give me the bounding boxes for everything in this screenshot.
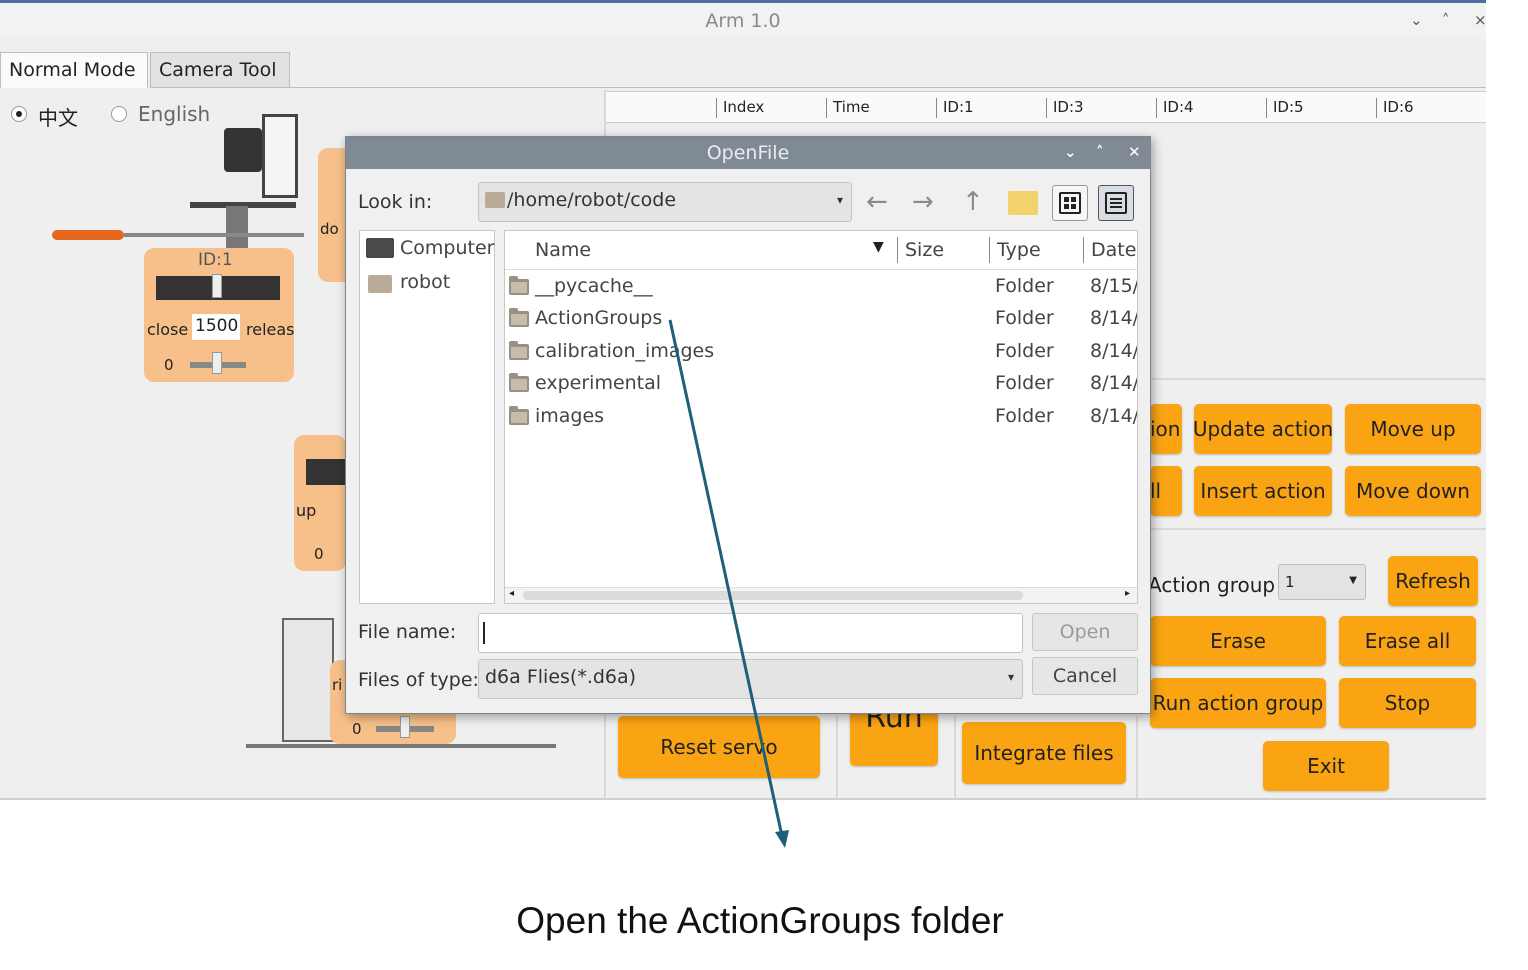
arrow-line [668, 319, 784, 837]
annotation-caption: Open the ActionGroups folder [516, 900, 1004, 941]
annotation-arrow [668, 319, 789, 848]
arrow-head-icon [775, 830, 789, 848]
